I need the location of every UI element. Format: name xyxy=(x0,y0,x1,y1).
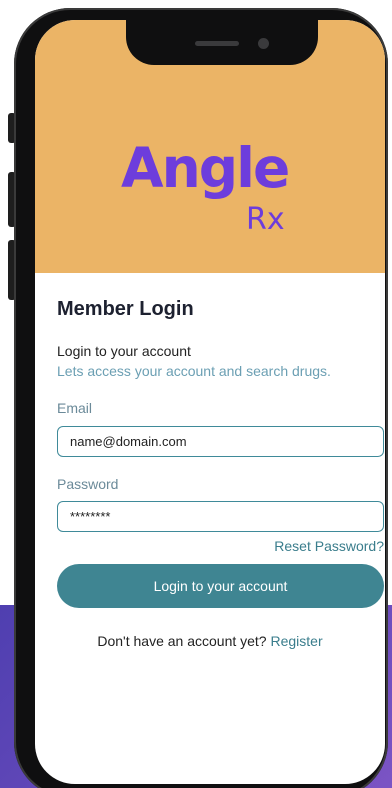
speaker-icon xyxy=(195,41,239,46)
register-link[interactable]: Register xyxy=(270,633,322,649)
reset-password-link[interactable]: Reset Password? xyxy=(274,538,384,554)
password-field[interactable] xyxy=(57,501,384,532)
password-label: Password xyxy=(57,476,119,492)
form-subtitle: Login to your account xyxy=(57,343,191,359)
signup-prompt: Don't have an account yet? Register xyxy=(35,633,385,649)
page-title: Member Login xyxy=(57,298,194,320)
signup-prompt-text: Don't have an account yet? xyxy=(97,633,267,649)
email-field[interactable] xyxy=(57,426,384,457)
email-label: Email xyxy=(57,400,93,416)
camera-icon xyxy=(258,38,269,49)
phone-screen: Angle Rx Member Login Login to your acco… xyxy=(35,20,385,784)
login-button[interactable]: Login to your account xyxy=(57,564,384,608)
logo-wordmark: Angle xyxy=(121,136,290,200)
form-description: Lets access your account and search drug… xyxy=(57,363,331,379)
logo-suffix: Rx xyxy=(246,202,285,237)
phone-frame: Angle Rx Member Login Login to your acco… xyxy=(14,8,388,788)
